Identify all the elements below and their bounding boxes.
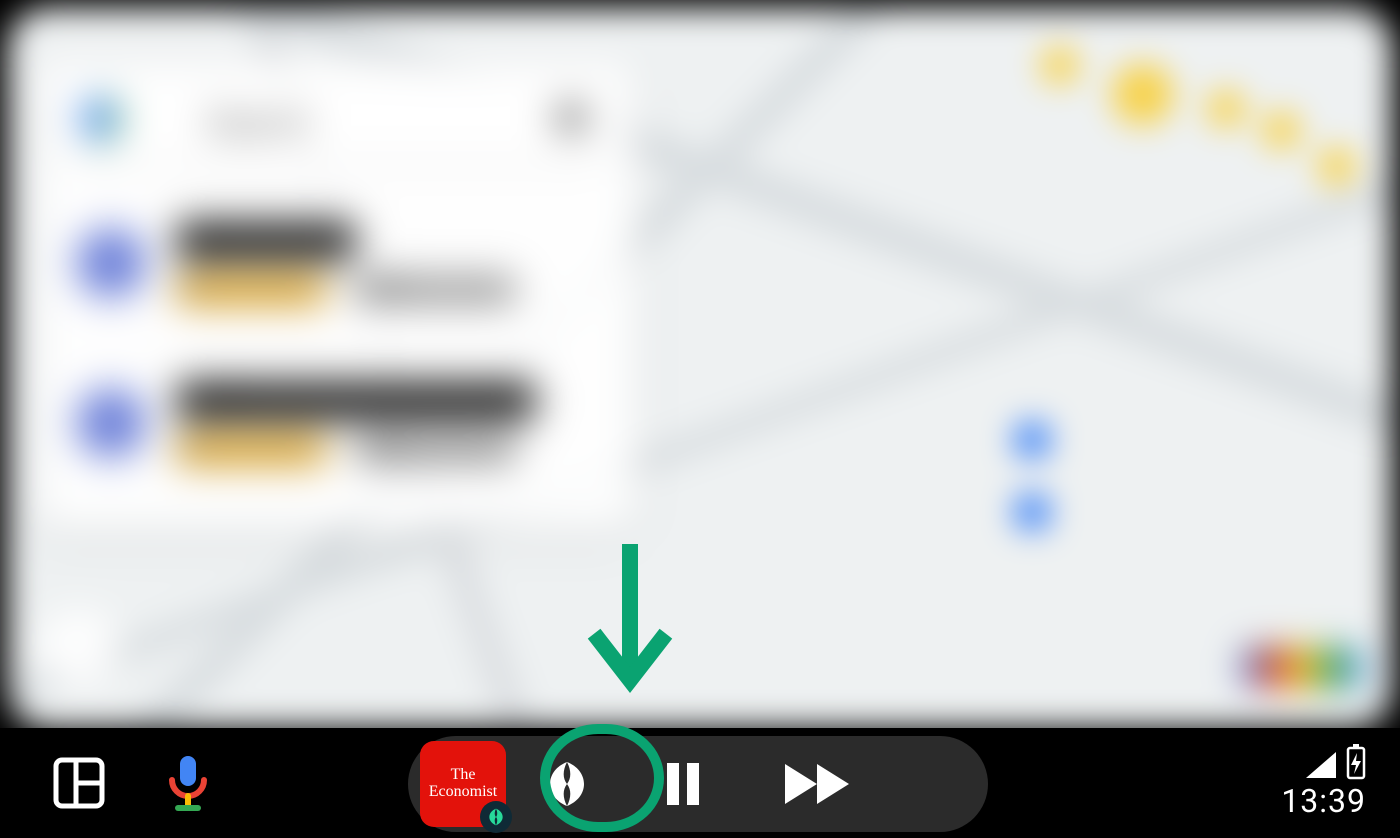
clock: 13:39 [1281,782,1366,820]
mic-icon[interactable] [556,103,586,133]
place-icon [76,228,146,298]
recenter-button[interactable] [38,608,118,688]
pause-button[interactable] [628,739,738,829]
status-area: 13:39 [1281,728,1366,838]
suggestion-title: Zurich HB [176,381,536,421]
battery-charging-icon [1346,744,1366,780]
suggestion-rating: 4.5 [176,275,326,305]
media-control-pill: The Economist [408,736,988,832]
source-app-badge-icon [480,801,512,833]
suggestion-title: Work [176,221,356,261]
pause-icon [663,761,703,807]
maps-pin-icon [73,90,130,147]
suggestion-distance: 6.2 km [356,275,516,305]
suggestion-distance: 1.2 km [356,435,516,465]
fast-forward-icon [783,762,855,806]
media-source-button[interactable] [512,739,622,829]
album-text-line2: Economist [429,783,497,801]
voice-assistant-button[interactable] [166,754,210,812]
google-logo: Google [1242,648,1362,688]
cellular-signal-icon [1304,750,1338,780]
search-card: Search Work 4.5 6.2 km Zurich HB [36,58,636,528]
bottom-nav-bar: The Economist [0,728,1400,838]
android-auto-screen: Search Work 4.5 6.2 km Zurich HB [0,0,1400,838]
search-bar[interactable]: Search [56,78,616,158]
suggestion-row[interactable]: Zurich HB 4.3 1.2 km [56,358,616,488]
search-placeholder: Search [206,103,310,143]
next-track-button[interactable] [764,739,874,829]
album-text-line1: The [451,767,476,783]
suggestion-row[interactable]: Work 4.5 6.2 km [56,198,616,328]
map-background-blurred: Search Work 4.5 6.2 km Zurich HB [8,8,1392,728]
app-launcher-button[interactable] [52,756,106,810]
now-playing-album[interactable]: The Economist [420,741,506,827]
suggestion-rating: 4.3 [176,435,326,465]
place-icon [76,388,146,458]
